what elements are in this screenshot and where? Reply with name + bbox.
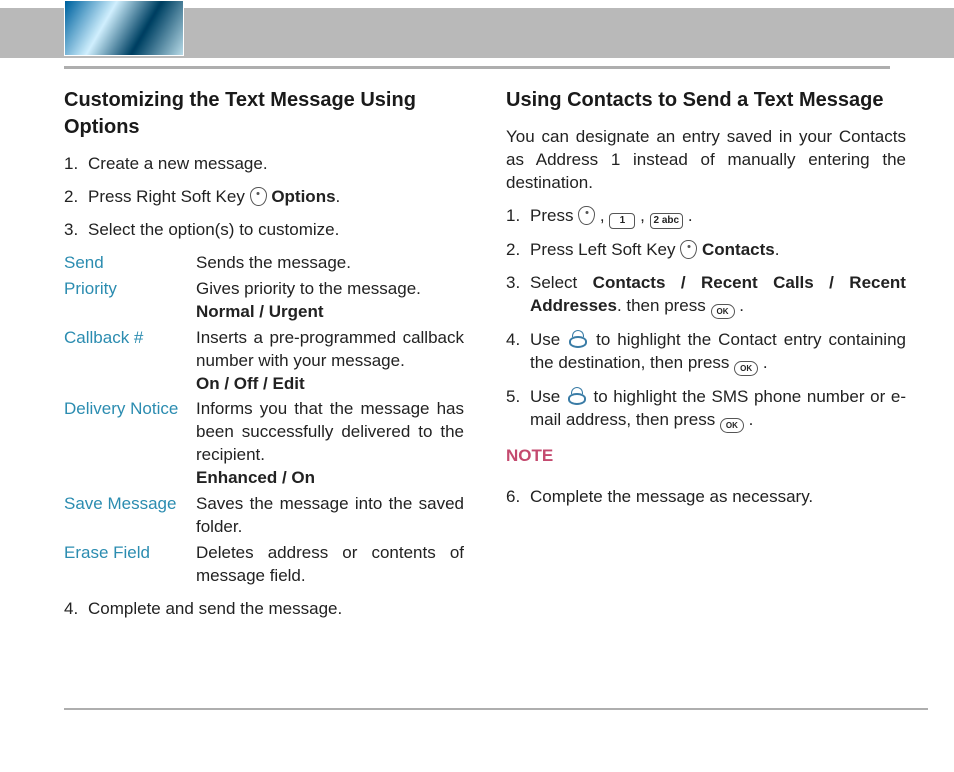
text: Select the option(s) to customize. xyxy=(88,220,339,239)
right-steps: 1.Press , 1 , 2 abc . 2.Press Left Soft … xyxy=(506,205,906,433)
softkey-icon xyxy=(578,206,595,225)
right-step-5: 5.Use to highlight the SMS phone number … xyxy=(506,386,906,433)
option-desc: Inserts a pre-programmed callback number… xyxy=(196,327,464,396)
option-row-save: Save Message Saves the message into the … xyxy=(64,493,464,539)
option-row-callback: Callback # Inserts a pre-programmed call… xyxy=(64,327,464,396)
left-heading: Customizing the Text Message Using Optio… xyxy=(64,87,464,141)
left-column: Customizing the Text Message Using Optio… xyxy=(64,87,464,631)
right-step-4: 4.Use to highlight the Contact entry con… xyxy=(506,329,906,376)
text: Gives priority to the message. xyxy=(196,279,421,298)
right-step-2: 2.Press Left Soft Key Contacts. xyxy=(506,239,906,262)
right-step-6: 6.Complete the message as necessary. xyxy=(506,486,906,509)
phone-key-2-icon: 2 abc xyxy=(650,213,684,229)
option-label: Priority xyxy=(64,278,196,324)
option-desc: Informs you that the message has been su… xyxy=(196,398,464,490)
right-heading: Using Contacts to Send a Text Message xyxy=(506,87,906,114)
left-steps: 1.Create a new message. 2.Press Right So… xyxy=(64,153,464,242)
text: . then press xyxy=(617,296,711,315)
right-steps-continued: 6.Complete the message as necessary. xyxy=(506,486,906,509)
text: Press Left Soft Key xyxy=(530,240,680,259)
phone-key-1-icon: 1 xyxy=(609,213,635,229)
option-row-delivery: Delivery Notice Informs you that the mes… xyxy=(64,398,464,490)
text: Normal / Urgent xyxy=(196,302,324,321)
right-column: Using Contacts to Send a Text Message Yo… xyxy=(506,87,906,631)
text: Enhanced / On xyxy=(196,468,315,487)
text: Inserts a pre-programmed callback number… xyxy=(196,328,464,370)
text: On / Off / Edit xyxy=(196,374,305,393)
ok-key-icon: OK xyxy=(720,418,744,433)
text: Informs you that the message has been su… xyxy=(196,399,464,464)
text: Options xyxy=(271,187,335,206)
right-intro: You can designate an entry saved in your… xyxy=(506,126,906,195)
header-image xyxy=(64,0,184,56)
option-desc: Sends the message. xyxy=(196,252,464,275)
note-label: NOTE xyxy=(506,445,906,468)
option-desc: Deletes address or contents of message f… xyxy=(196,542,464,588)
text: Complete the message as necessary. xyxy=(530,487,813,506)
option-label: Delivery Notice xyxy=(64,398,196,490)
option-label: Erase Field xyxy=(64,542,196,588)
option-row-send: Send Sends the message. xyxy=(64,252,464,275)
option-desc: Saves the message into the saved folder. xyxy=(196,493,464,539)
right-softkey-icon xyxy=(250,187,267,206)
text: Use xyxy=(530,330,567,349)
nav-key-icon xyxy=(567,330,589,350)
left-step-1: 1.Create a new message. xyxy=(64,153,464,176)
options-table: Send Sends the message. Priority Gives p… xyxy=(64,252,464,588)
text: Use xyxy=(530,387,566,406)
text: Press Right Soft Key xyxy=(88,187,250,206)
text: Contacts xyxy=(702,240,775,259)
left-step-3: 3.Select the option(s) to customize. xyxy=(64,219,464,242)
right-step-3: 3.Select Contacts / Recent Calls / Recen… xyxy=(506,272,906,319)
header-strip xyxy=(0,8,954,58)
option-label: Callback # xyxy=(64,327,196,396)
text: Select xyxy=(530,273,593,292)
option-label: Send xyxy=(64,252,196,275)
option-row-erase: Erase Field Deletes address or contents … xyxy=(64,542,464,588)
text: Press xyxy=(530,206,578,225)
text: Complete and send the message. xyxy=(88,599,342,618)
content-columns: Customizing the Text Message Using Optio… xyxy=(0,69,954,631)
right-step-1: 1.Press , 1 , 2 abc . xyxy=(506,205,906,229)
bottom-divider xyxy=(64,708,928,710)
option-row-priority: Priority Gives priority to the message. N… xyxy=(64,278,464,324)
left-step-2: 2.Press Right Soft Key Options. xyxy=(64,186,464,209)
option-desc: Gives priority to the message. Normal / U… xyxy=(196,278,464,324)
nav-key-icon xyxy=(566,387,588,407)
ok-key-icon: OK xyxy=(711,304,735,319)
left-softkey-icon xyxy=(680,240,697,259)
text: Create a new message. xyxy=(88,154,268,173)
left-steps-continued: 4.Complete and send the message. xyxy=(64,598,464,621)
left-step-4: 4.Complete and send the message. xyxy=(64,598,464,621)
ok-key-icon: OK xyxy=(734,361,758,376)
option-label: Save Message xyxy=(64,493,196,539)
